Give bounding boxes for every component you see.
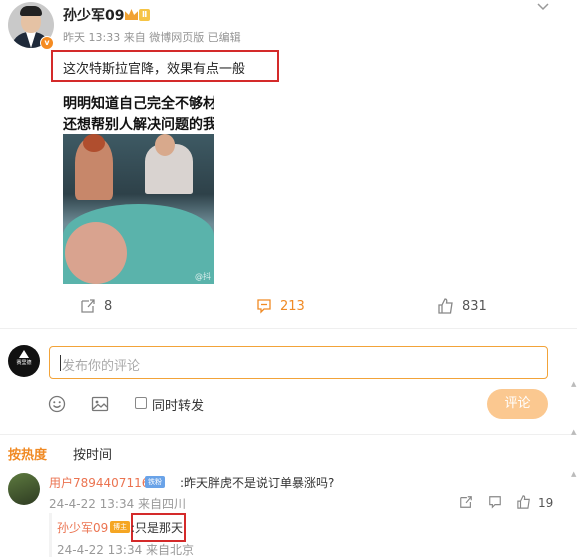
post-text-box: 这次特斯拉官降，效果有点一般 (51, 50, 279, 82)
comment-count: 213 (280, 298, 305, 314)
submit-comment-button[interactable]: 评论 (487, 389, 548, 419)
video-caption-line1: 明明知道自己完全不够材 (63, 96, 214, 112)
divider (0, 328, 577, 329)
repost-count: 8 (104, 298, 113, 314)
scroll-arrow-icon[interactable]: ▲ (571, 380, 577, 392)
comment-button[interactable]: 213 (256, 298, 305, 314)
image-icon[interactable] (91, 395, 109, 417)
thumbs-up-icon (438, 298, 454, 314)
commenter-avatar[interactable] (8, 473, 40, 505)
comment-icon (256, 298, 272, 314)
comment-meta: 24-4-22 13:34 来自四川 (49, 497, 187, 511)
verified-badge: v (40, 36, 54, 50)
scroll-arrow-icon[interactable]: ▲ (571, 428, 577, 440)
author-badge: 博主 (110, 521, 130, 533)
like-count: 831 (462, 298, 487, 314)
my-avatar[interactable]: 赛里德 (8, 345, 40, 377)
comment-text: :昨天胖虎不是说订单暴涨吗? (180, 476, 335, 490)
reply-text: :只是那天 (131, 521, 184, 535)
comment-reply-icon[interactable] (488, 494, 502, 513)
video-caption-line2: 还想帮别人解决问题的我 (63, 117, 214, 133)
repost-checkbox-label: 同时转发 (152, 399, 205, 414)
my-avatar-text: 赛里德 (16, 360, 32, 366)
level-badge: Ⅱ (139, 9, 151, 21)
comment-like-icon[interactable] (517, 494, 531, 513)
reply-author-name[interactable]: 孙少军09 (57, 519, 108, 536)
repost-icon (80, 298, 96, 314)
video-thumbnail[interactable]: 明明知道自己完全不够材 还想帮别人解决问题的我 @抖 (63, 88, 214, 284)
divider (0, 434, 577, 435)
comment-input[interactable]: 发布你的评论 (49, 346, 548, 379)
text-caret (60, 355, 61, 371)
author-name[interactable]: 孙少军09 (63, 5, 124, 25)
scroll-arrow-icon[interactable]: ▲ (571, 470, 577, 482)
emoji-icon[interactable] (48, 395, 66, 417)
like-button[interactable]: 831 (438, 298, 487, 314)
repost-checkbox[interactable] (135, 397, 147, 409)
reply-thread-bar (49, 513, 52, 557)
fan-badge: 铁粉 (145, 476, 165, 488)
post-text: 这次特斯拉官降，效果有点一般 (63, 62, 246, 77)
reply-meta: 24-4-22 13:34 来自北京 (57, 543, 195, 557)
video-frame: @抖 (63, 134, 214, 284)
video-watermark: @抖 (195, 272, 211, 281)
comment-placeholder: 发布你的评论 (62, 359, 141, 374)
tab-sort-time[interactable]: 按时间 (73, 444, 112, 463)
chevron-down-icon[interactable] (537, 0, 549, 14)
commenter-name[interactable]: 用户7894407116 (49, 474, 149, 491)
repost-button[interactable]: 8 (80, 298, 112, 314)
comment-repost-icon[interactable] (459, 494, 473, 513)
crown-icon (125, 9, 138, 20)
post-meta: 昨天 13:33 来自 微博网页版 已编辑 (63, 31, 241, 44)
comment-like-count: 19 (538, 496, 554, 510)
tab-sort-hot[interactable]: 按热度 (8, 444, 47, 463)
